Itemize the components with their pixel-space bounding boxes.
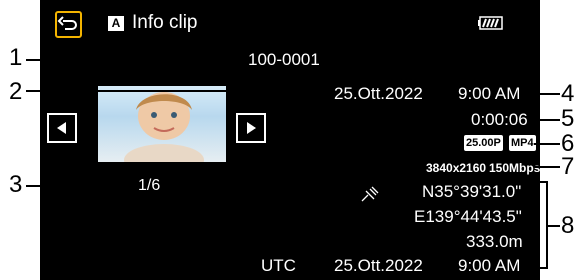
next-clip-button[interactable]	[236, 113, 266, 143]
callout-1: 1	[9, 44, 23, 71]
callout-2: 2	[9, 78, 23, 105]
previous-clip-button[interactable]	[47, 113, 77, 143]
callout-8: 8	[561, 212, 575, 239]
recording-date: 25.Ott.2022	[334, 84, 423, 103]
bitrate: 150Mbps	[489, 161, 541, 175]
clip-thumbnail	[98, 86, 226, 162]
next-triangle-icon	[247, 122, 256, 134]
gps-longitude: E139°44'43.5"	[414, 207, 522, 226]
satellite-icon	[361, 186, 379, 202]
callout-8-bracket-bottom	[536, 267, 548, 269]
callout-5: 5	[561, 105, 575, 132]
callout-7: 7	[561, 153, 575, 180]
back-arrow-icon	[57, 16, 77, 30]
clip-duration: 0:00:06	[471, 110, 528, 129]
callout-2-leader-left	[61, 90, 63, 112]
callout-3: 3	[9, 171, 23, 198]
frame-rate-badge: 25.00P	[464, 135, 503, 151]
callout-6-leader	[534, 143, 560, 145]
clip-index: 1/6	[138, 177, 161, 194]
back-button[interactable]	[55, 11, 82, 38]
gps-altitude: 333.0m	[466, 232, 523, 251]
callout-5-leader	[534, 119, 560, 121]
utc-time: 9:00 AM	[458, 256, 521, 275]
callout-8-bracket-top	[536, 181, 548, 183]
callout-3-leader	[26, 185, 137, 187]
callout-8-leader	[546, 225, 560, 227]
clip-number: 100-0001	[248, 50, 320, 69]
screen-title: Info clip	[132, 12, 198, 33]
callout-7-leader	[534, 166, 560, 168]
callout-1-leader	[26, 59, 248, 61]
auto-mode-badge: A	[108, 16, 124, 31]
format-badge: MP4	[509, 135, 536, 151]
utc-date: 25.Ott.2022	[334, 256, 423, 275]
callout-4: 4	[561, 80, 575, 107]
resolution: 3840x2160	[426, 161, 487, 175]
utc-label: UTC	[261, 256, 296, 275]
camera-screen: A Info clip 100-0001 25.Ott.2022 9:00 AM…	[40, 0, 540, 280]
gps-latitude: N35°39'31.0"	[422, 182, 522, 201]
callout-2-leader-right	[250, 90, 252, 112]
callout-4-leader	[534, 93, 560, 95]
recording-time: 9:00 AM	[458, 84, 521, 103]
battery-icon	[478, 16, 503, 30]
previous-triangle-icon	[57, 122, 66, 134]
